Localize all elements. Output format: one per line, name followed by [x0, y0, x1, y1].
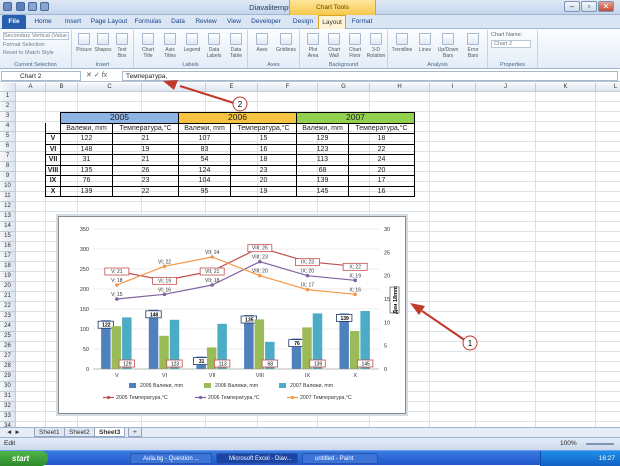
sheet-tabs: ◄ ► Sheet1 Sheet2 Sheet3 +: [0, 427, 620, 437]
callout-number-2: 2: [238, 100, 243, 109]
sheet-tab-sheet2[interactable]: Sheet2: [64, 428, 95, 437]
insert-sheet-icon[interactable]: +: [128, 428, 142, 437]
sheet-tab-sheet3[interactable]: Sheet3: [94, 428, 126, 437]
taskbar-item-aula[interactable]: Aula.bg - Question ...: [130, 453, 212, 464]
taskbar: start Aula.bg - Question ... Microsoft E…: [0, 450, 620, 466]
zoom-slider[interactable]: [586, 443, 614, 445]
callout-layer: 2 1: [163, 80, 478, 351]
callout-number-1: 1: [468, 339, 473, 348]
sheet-tab-sheet1[interactable]: Sheet1: [34, 428, 65, 437]
start-button[interactable]: start: [0, 451, 48, 466]
callout-arrow-2: [179, 85, 238, 105]
zoom-level[interactable]: 100%: [560, 438, 577, 450]
callout-arrowhead-1: [410, 303, 425, 315]
clock: 16:27: [598, 455, 615, 462]
status-bar: Edit 100%: [0, 437, 620, 450]
callout-arrow-1: [421, 310, 467, 342]
taskbar-item-excel[interactable]: Microsoft Excel - Diav...: [216, 453, 298, 464]
sheet-nav-icon[interactable]: ◄ ►: [2, 428, 25, 437]
system-tray: 16:27: [540, 451, 620, 466]
taskbar-item-paint[interactable]: untitled - Paint: [302, 453, 378, 464]
status-mode: Edit: [4, 440, 16, 447]
callout-arrowhead-2: [163, 80, 178, 90]
